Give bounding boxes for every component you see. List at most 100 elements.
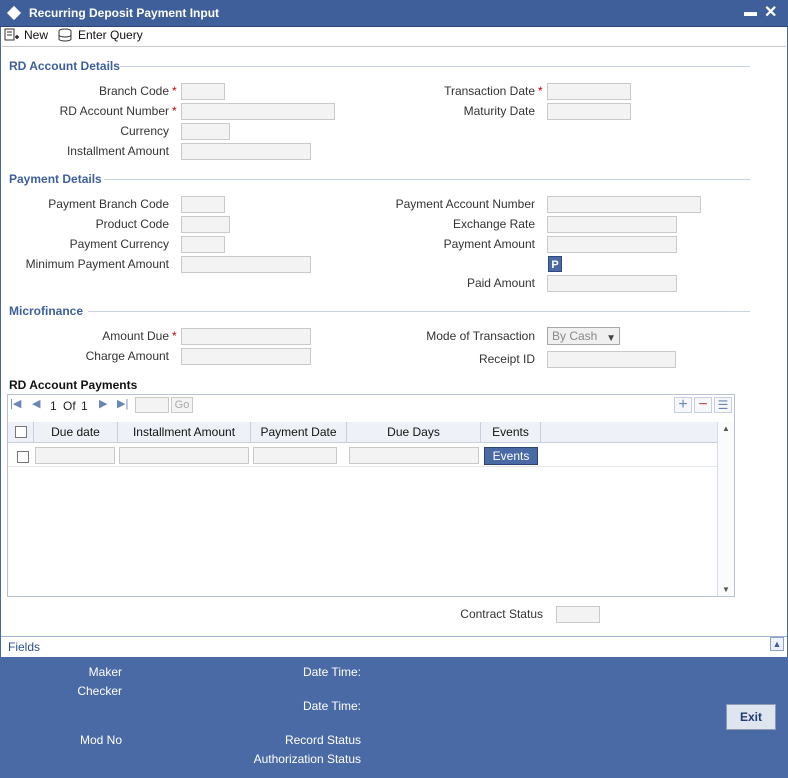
grid-scrollbar[interactable]: ▲ ▼ bbox=[717, 422, 734, 596]
exchange-rate-label: Exchange Rate bbox=[452, 217, 535, 231]
scroll-down-icon[interactable]: ▼ bbox=[722, 585, 730, 594]
mod-no-label: Mod No bbox=[79, 733, 122, 747]
mode-of-transaction-value: By Cash bbox=[552, 329, 598, 343]
go-button[interactable]: Go bbox=[171, 397, 193, 413]
maturity-date-field[interactable] bbox=[547, 103, 631, 120]
checker-date-time-label: Date Time: bbox=[302, 699, 361, 713]
single-view-icon[interactable]: ☰ bbox=[714, 397, 732, 413]
required-marker: * bbox=[172, 329, 177, 343]
payment-amount-label: Payment Amount bbox=[443, 237, 535, 251]
row-checkbox[interactable] bbox=[17, 451, 29, 463]
installment-amount-label: Installment Amount bbox=[66, 144, 169, 158]
maker-date-time-label: Date Time: bbox=[302, 665, 361, 679]
payment-account-number-field[interactable] bbox=[547, 196, 701, 213]
column-due-days[interactable]: Due Days bbox=[347, 422, 481, 442]
contract-status-label: Contract Status bbox=[460, 607, 543, 621]
mode-of-transaction-select[interactable]: By Cash ▼ bbox=[547, 327, 620, 345]
column-events[interactable]: Events bbox=[481, 422, 541, 442]
first-page-icon[interactable]: |◀ bbox=[10, 397, 21, 410]
pager-current: 1 bbox=[50, 399, 57, 413]
paid-amount-field[interactable] bbox=[547, 275, 677, 292]
rd-account-details-heading: RD Account Details bbox=[9, 59, 120, 73]
amount-due-field[interactable] bbox=[181, 328, 311, 345]
rd-account-number-field[interactable] bbox=[181, 103, 335, 120]
fields-bar bbox=[1, 636, 787, 657]
payment-details-heading: Payment Details bbox=[9, 172, 102, 186]
scroll-up-icon[interactable]: ▲ bbox=[722, 424, 730, 433]
section-divider bbox=[120, 66, 750, 67]
p-button[interactable]: P bbox=[548, 256, 562, 272]
new-button[interactable]: New bbox=[4, 28, 48, 42]
checker-label: Checker bbox=[77, 684, 122, 698]
pager-of-label: Of bbox=[63, 399, 76, 413]
select-all-checkbox[interactable] bbox=[14, 426, 27, 438]
section-divider bbox=[88, 311, 750, 312]
maturity-date-label: Maturity Date bbox=[463, 104, 535, 118]
contract-status-field[interactable] bbox=[556, 606, 600, 623]
add-row-icon[interactable]: + bbox=[674, 397, 692, 413]
receipt-id-field[interactable] bbox=[547, 351, 676, 368]
header-select-cell bbox=[8, 422, 34, 442]
pager-total: 1 bbox=[81, 399, 88, 413]
enter-query-button[interactable]: Enter Query bbox=[58, 28, 143, 42]
installment-amount-cell-field[interactable] bbox=[119, 447, 249, 464]
rd-account-number-label: RD Account Number bbox=[59, 104, 169, 118]
section-divider bbox=[104, 179, 750, 180]
fields-link[interactable]: Fields bbox=[8, 640, 40, 654]
amount-due-label: Amount Due bbox=[102, 329, 169, 343]
authorization-status-label: Authorization Status bbox=[253, 752, 361, 766]
transaction-date-field[interactable] bbox=[547, 83, 631, 100]
branch-code-field[interactable] bbox=[181, 83, 225, 100]
required-marker: * bbox=[538, 84, 543, 98]
last-page-icon[interactable]: ▶| bbox=[117, 397, 128, 410]
charge-amount-label: Charge Amount bbox=[85, 349, 169, 363]
microfinance-heading: Microfinance bbox=[9, 304, 84, 318]
minimize-icon[interactable]: ▬ bbox=[744, 4, 757, 19]
title-bar: Recurring Deposit Payment Input ▬ ✕ bbox=[0, 0, 788, 27]
product-code-label: Product Code bbox=[95, 217, 169, 231]
collapse-up-icon[interactable]: ▲ bbox=[770, 637, 784, 651]
due-date-cell-field[interactable] bbox=[35, 447, 115, 464]
window-title: Recurring Deposit Payment Input bbox=[29, 6, 220, 20]
currency-field[interactable] bbox=[181, 123, 230, 140]
column-payment-date[interactable]: Payment Date bbox=[251, 422, 347, 442]
product-code-field[interactable] bbox=[181, 216, 230, 233]
paid-amount-label: Paid Amount bbox=[466, 276, 535, 290]
page-number-field[interactable] bbox=[135, 397, 169, 413]
branch-code-label: Branch Code bbox=[98, 84, 169, 98]
required-marker: * bbox=[172, 84, 177, 98]
payment-currency-label: Payment Currency bbox=[69, 237, 169, 251]
charge-amount-field[interactable] bbox=[181, 348, 311, 365]
required-marker: * bbox=[172, 104, 177, 118]
minimum-payment-amount-field[interactable] bbox=[181, 256, 311, 273]
next-page-icon[interactable]: ▶ bbox=[99, 397, 107, 410]
new-document-icon bbox=[4, 28, 19, 41]
column-due-date[interactable]: Due date bbox=[34, 422, 118, 442]
events-button[interactable]: Events bbox=[484, 447, 538, 465]
exit-button[interactable]: Exit bbox=[726, 704, 776, 730]
column-installment-amount[interactable]: Installment Amount bbox=[118, 422, 251, 442]
query-database-icon bbox=[58, 28, 72, 42]
mode-of-transaction-label: Mode of Transaction bbox=[426, 329, 535, 343]
payment-amount-field[interactable] bbox=[547, 236, 677, 253]
enter-query-label: Enter Query bbox=[78, 28, 143, 42]
payment-currency-field[interactable] bbox=[181, 236, 225, 253]
installment-amount-field[interactable] bbox=[181, 143, 311, 160]
receipt-id-label: Receipt ID bbox=[478, 352, 535, 366]
minimum-payment-amount-label: Minimum Payment Amount bbox=[25, 257, 169, 271]
due-days-cell-field[interactable] bbox=[349, 447, 479, 464]
payment-account-number-label: Payment Account Number bbox=[395, 197, 535, 211]
chevron-down-icon: ▼ bbox=[606, 333, 616, 344]
payment-branch-code-label: Payment Branch Code bbox=[48, 197, 169, 211]
new-label: New bbox=[24, 28, 49, 42]
transaction-date-label: Transaction Date bbox=[444, 84, 535, 98]
rd-account-payments-heading: RD Account Payments bbox=[9, 378, 138, 392]
record-status-label: Record Status bbox=[284, 733, 361, 747]
close-icon[interactable]: ✕ bbox=[764, 2, 777, 22]
prev-page-icon[interactable]: ◀ bbox=[32, 397, 40, 410]
delete-row-icon[interactable]: − bbox=[694, 397, 712, 413]
payment-date-cell-field[interactable] bbox=[253, 447, 337, 464]
payment-branch-code-field[interactable] bbox=[181, 196, 225, 213]
exchange-rate-field[interactable] bbox=[547, 216, 677, 233]
maker-label: Maker bbox=[88, 665, 122, 679]
